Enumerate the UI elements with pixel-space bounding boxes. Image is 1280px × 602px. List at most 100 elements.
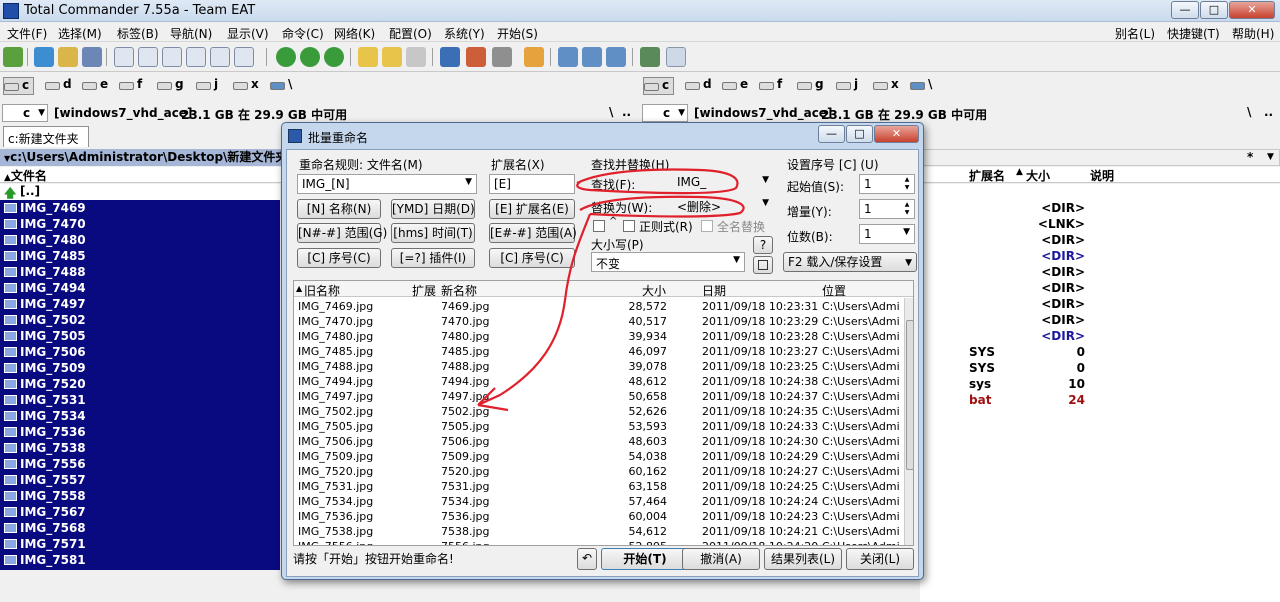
menu-start[interactable]: 开始(S)	[497, 25, 538, 42]
preview-row[interactable]: IMG_7485.jpg 7485.jpg 46,097 2011/09/18 10:…	[294, 344, 900, 359]
sort-icon[interactable]	[234, 47, 254, 67]
file-row[interactable]: IMG_7509	[0, 360, 280, 376]
file-row[interactable]: sys 10	[920, 376, 1280, 392]
name-button[interactable]: [N] 名称(N)	[297, 199, 381, 219]
dialog-minimize-button[interactable]: —	[818, 125, 845, 143]
detail-view-icon[interactable]	[138, 47, 158, 67]
dialog-close-button[interactable]: ✕	[874, 125, 919, 143]
menu-network[interactable]: 网络(K)	[334, 25, 375, 42]
drive-d-button[interactable]: d	[45, 77, 72, 95]
preview-row[interactable]: IMG_7509.jpg 7509.jpg 54,038 2011/09/18 10:…	[294, 449, 900, 464]
digits-select[interactable]: 1 ▼	[859, 224, 915, 244]
file-row[interactable]: IMG_7538	[0, 440, 280, 456]
maximize-button[interactable]: □	[1200, 1, 1228, 19]
menu-tabs[interactable]: 标签(B)	[117, 25, 159, 42]
preview-row[interactable]: IMG_7556.jpg 7556.jpg 52,895 2011/09/18 10:…	[294, 539, 900, 545]
file-row[interactable]: <DIR>	[920, 264, 1280, 280]
col-date[interactable]: 日期	[702, 282, 726, 299]
menu-file[interactable]: 文件(F)	[7, 25, 47, 42]
left-file-list[interactable]: IMG_7469 IMG_7470 IMG_7480 IMG_7485 IMG_7488…	[0, 200, 280, 570]
ext-counter-button[interactable]: [C] 序号(C)	[489, 248, 575, 268]
drive-x-button[interactable]: x	[233, 77, 259, 95]
root-button[interactable]: \	[609, 105, 613, 119]
ftp-icon[interactable]	[440, 47, 460, 67]
find-input[interactable]: IMG_ ▼	[673, 173, 771, 193]
drive-c-button[interactable]: c	[643, 77, 675, 95]
up-button[interactable]: ..	[622, 105, 631, 119]
col-ext[interactable]: 扩展	[412, 282, 436, 299]
col-size[interactable]: 大小	[1026, 167, 1050, 184]
file-row[interactable]: IMG_7497	[0, 296, 280, 312]
preview-row[interactable]: IMG_7470.jpg 7470.jpg 40,517 2011/09/18 10:…	[294, 314, 900, 329]
spinner-icon[interactable]: ▲ ▼	[901, 201, 913, 217]
file-row[interactable]: IMG_7558	[0, 488, 280, 504]
ftp-connect-icon[interactable]	[466, 47, 486, 67]
counter-button[interactable]: [C] 序号(C)	[297, 248, 381, 268]
go-icon[interactable]	[276, 47, 296, 67]
tree-view-icon[interactable]	[162, 47, 182, 67]
file-row[interactable]: IMG_7505	[0, 328, 280, 344]
reload-icon[interactable]	[34, 47, 54, 67]
load-save-button[interactable]: F2 载入/保存设置 ▼	[783, 252, 917, 272]
ext-button[interactable]: [E] 扩展名(E)	[489, 199, 575, 219]
document-icon[interactable]	[666, 47, 686, 67]
file-row[interactable]: <DIR>	[920, 248, 1280, 264]
preview-row[interactable]: IMG_7469.jpg 7469.jpg 28,572 2011/09/18 10:…	[294, 299, 900, 314]
file-row[interactable]: IMG_7534	[0, 408, 280, 424]
regex-checkbox[interactable]	[623, 220, 635, 232]
file-row[interactable]: <LNK>	[920, 216, 1280, 232]
file-row[interactable]: <DIR>	[920, 232, 1280, 248]
preview-row[interactable]: IMG_7520.jpg 7520.jpg 60,162 2011/09/18 10:…	[294, 464, 900, 479]
left-drive-select[interactable]: c ▼	[2, 104, 48, 122]
file-row[interactable]: SYS 0	[920, 360, 1280, 376]
col-path[interactable]: 位置	[822, 282, 846, 299]
file-row[interactable]: bat 24	[920, 392, 1280, 408]
drive-e-button[interactable]: e	[82, 77, 108, 95]
menu-help[interactable]: 帮助(H)	[1232, 25, 1274, 42]
menu-navigate[interactable]: 导航(N)	[170, 25, 212, 42]
preview-row[interactable]: IMG_7531.jpg 7531.jpg 63,158 2011/09/18 10:…	[294, 479, 900, 494]
preview-row[interactable]: IMG_7480.jpg 7480.jpg 39,934 2011/09/18 10:…	[294, 329, 900, 344]
search-icon[interactable]	[358, 47, 378, 67]
rename-preview-list[interactable]: ▲ 旧名称 扩展 新名称 大小 日期 位置 IMG_7469.jpg 7469.j…	[293, 280, 914, 546]
close-dialog-button[interactable]: 关闭(L)	[846, 548, 914, 570]
preview-row[interactable]: IMG_7497.jpg 7497.jpg 50,658 2011/09/18 10:…	[294, 389, 900, 404]
tab-new-folder[interactable]: c:新建文件夹	[3, 126, 89, 147]
preview-row[interactable]: IMG_7502.jpg 7502.jpg 52,626 2011/09/18 10:…	[294, 404, 900, 419]
sync-icon[interactable]	[524, 47, 544, 67]
case-sensitive-checkbox[interactable]	[593, 220, 605, 232]
forward-icon[interactable]	[324, 47, 344, 67]
brief-view-icon[interactable]	[114, 47, 134, 67]
preview-row[interactable]: IMG_7505.jpg 7505.jpg 53,593 2011/09/18 10:…	[294, 419, 900, 434]
col-extension[interactable]: 扩展名	[969, 167, 1005, 184]
file-row[interactable]: IMG_7470	[0, 216, 280, 232]
file-row[interactable]: IMG_7536	[0, 424, 280, 440]
file-row[interactable]: IMG_7520	[0, 376, 280, 392]
drive-j-button[interactable]: j	[836, 77, 858, 95]
scroll-thumb[interactable]	[906, 320, 913, 470]
preview-row[interactable]: IMG_7506.jpg 7506.jpg 48,603 2011/09/18 10:…	[294, 434, 900, 449]
col-description[interactable]: 说明	[1090, 167, 1114, 184]
col-size[interactable]: 大小	[642, 282, 666, 299]
edit-icon[interactable]	[753, 256, 773, 274]
vertical-scrollbar[interactable]	[904, 298, 913, 545]
root-button[interactable]: \	[1247, 105, 1251, 119]
preview-row[interactable]: IMG_7494.jpg 7494.jpg 48,612 2011/09/18 10:…	[294, 374, 900, 389]
start-input[interactable]: 1 ▲ ▼	[859, 174, 915, 194]
col-filename[interactable]: 文件名	[11, 169, 47, 183]
ext-input[interactable]: [E]	[489, 174, 575, 194]
replace-all-checkbox[interactable]	[701, 220, 713, 232]
start-button[interactable]: 开始(T)	[601, 548, 689, 570]
case-select[interactable]: 不变 ▼	[591, 252, 745, 272]
menu-commands[interactable]: 命令(C)	[282, 25, 324, 42]
menu-alias[interactable]: 别名(L)	[1115, 25, 1155, 42]
right-file-list[interactable]: <DIR> <LNK> <DIR> <DIR> <DIR> <DIR> <DIR> <DIR>…	[920, 184, 1280, 602]
menu-hotkeys[interactable]: 快捷键(T)	[1167, 25, 1220, 42]
preview-row[interactable]: IMG_7536.jpg 7536.jpg 60,004 2011/09/18 10:…	[294, 509, 900, 524]
drive-x-button[interactable]: x	[873, 77, 899, 95]
range-button[interactable]: [N#-#] 范围(G)	[297, 223, 387, 243]
file-row[interactable]: IMG_7531	[0, 392, 280, 408]
drive-g-button[interactable]: g	[157, 77, 184, 95]
menu-select[interactable]: 选择(M)	[58, 25, 102, 42]
compare-icon[interactable]	[406, 47, 426, 67]
